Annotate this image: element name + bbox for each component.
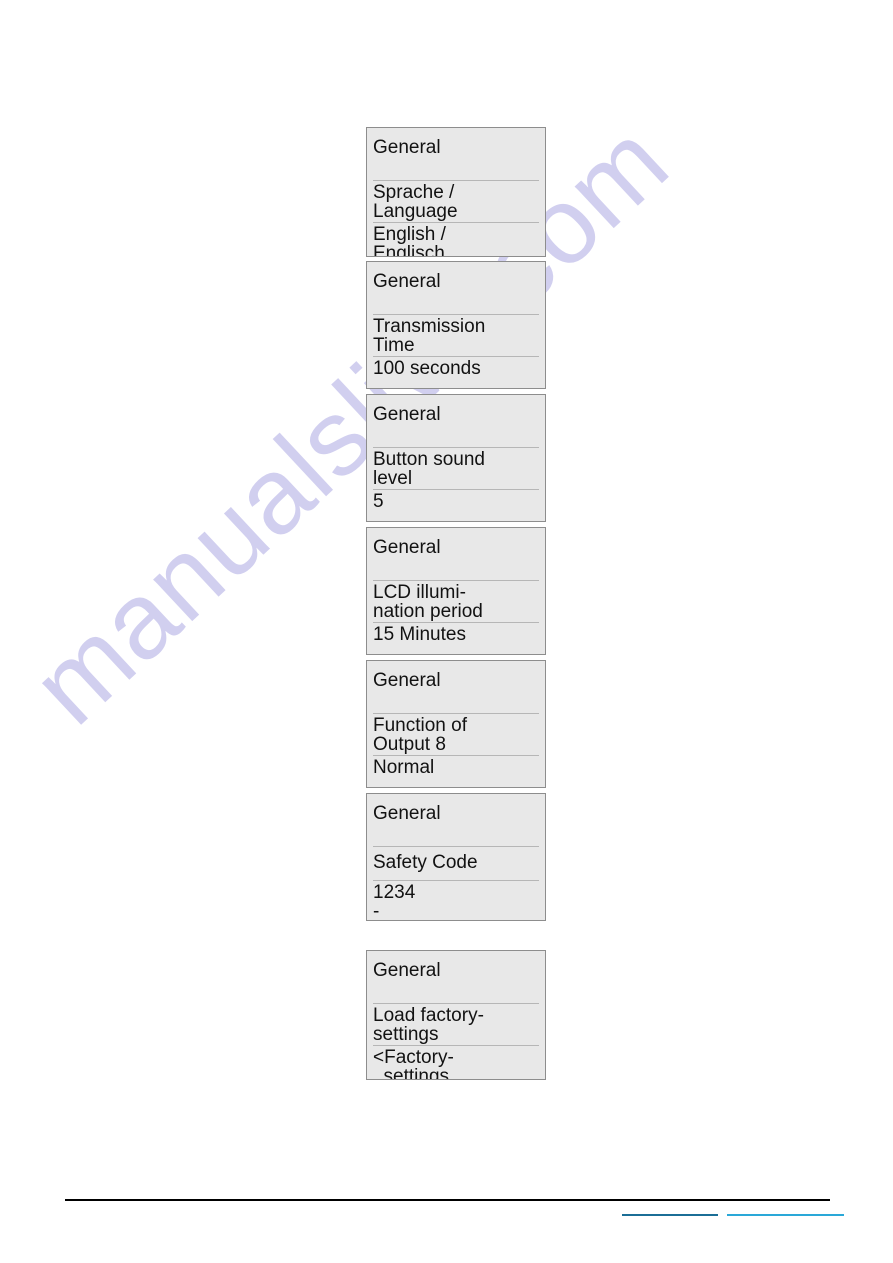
lcd-setting-label: Button sound level bbox=[373, 447, 539, 489]
lcd-panel-title: General bbox=[373, 404, 441, 425]
lcd-setting-value-line-1: 100 seconds bbox=[373, 358, 481, 379]
lcd-panel-lcd-illumination-period: General LCD illumi- nation period 15 Min… bbox=[366, 527, 546, 655]
lcd-setting-label: LCD illumi- nation period bbox=[373, 580, 539, 622]
lcd-setting-value-line-1: English / bbox=[373, 224, 446, 245]
lcd-setting-value-line-1: 1234 bbox=[373, 882, 416, 903]
lcd-setting-label-line-2: nation period bbox=[373, 601, 483, 622]
lcd-setting-value: 5 bbox=[373, 489, 539, 512]
lcd-setting-value-line-2: Englisch bbox=[373, 243, 445, 257]
lcd-panel-language: General Sprache / Language English / Eng… bbox=[366, 127, 546, 257]
lcd-panel-title: General bbox=[373, 537, 441, 558]
lcd-setting-label: Load factory- settings bbox=[373, 1003, 539, 1045]
lcd-setting-value: English / Englisch bbox=[373, 222, 539, 257]
footer-link-right[interactable] bbox=[727, 1202, 844, 1216]
lcd-panel-title: General bbox=[373, 960, 441, 981]
lcd-setting-value-line-2: settings bbox=[373, 1066, 450, 1080]
lcd-setting-label-line-2: Language bbox=[373, 201, 458, 222]
lcd-setting-label-line-1: Load factory- bbox=[373, 1005, 484, 1026]
lcd-panel-button-sound-level: General Button sound level 5 bbox=[366, 394, 546, 522]
lcd-setting-label-line-2: settings bbox=[373, 1024, 439, 1045]
lcd-setting-label-line-1: Function of bbox=[373, 715, 467, 736]
lcd-setting-label-line-2: Time bbox=[373, 335, 415, 356]
footer-link-right-underline bbox=[727, 1214, 844, 1216]
lcd-setting-label-line-1: LCD illumi- bbox=[373, 582, 466, 603]
watermark-text: manualslive.com bbox=[8, 99, 691, 747]
lcd-setting-value-line-1: 5 bbox=[373, 491, 384, 512]
lcd-setting-value: <Factory- settings bbox=[373, 1045, 539, 1080]
lcd-setting-value: Normal bbox=[373, 755, 539, 778]
lcd-setting-label: Safety Code bbox=[373, 846, 539, 880]
lcd-setting-value-line-1: <Factory- bbox=[373, 1047, 454, 1068]
lcd-panel-title: General bbox=[373, 670, 441, 691]
lcd-setting-label-line-1: Sprache / bbox=[373, 182, 455, 203]
lcd-setting-label-line-1: Transmission bbox=[373, 316, 486, 337]
lcd-panel-title: General bbox=[373, 137, 441, 158]
lcd-setting-value-line-1: Normal bbox=[373, 757, 435, 778]
lcd-setting-label: Sprache / Language bbox=[373, 180, 539, 222]
lcd-setting-value-cursor: - bbox=[373, 901, 380, 921]
lcd-panel-safety-code: General Safety Code 1234 - bbox=[366, 793, 546, 921]
lcd-setting-value: 15 Minutes bbox=[373, 622, 539, 645]
lcd-setting-label: Transmission Time bbox=[373, 314, 539, 356]
lcd-panel-load-factory-settings: General Load factory- settings <Factory-… bbox=[366, 950, 546, 1080]
lcd-setting-label: Function of Output 8 bbox=[373, 713, 539, 755]
lcd-setting-value: 100 seconds bbox=[373, 356, 539, 379]
lcd-setting-label-line-2: Output 8 bbox=[373, 734, 446, 755]
lcd-setting-label-line-2: level bbox=[373, 468, 413, 489]
lcd-panel-function-of-output-8: General Function of Output 8 Normal bbox=[366, 660, 546, 788]
lcd-setting-label-line-1: Safety Code bbox=[373, 852, 478, 873]
footer-link-left[interactable] bbox=[622, 1202, 718, 1216]
footer-divider bbox=[65, 1199, 830, 1201]
footer-link-left-underline bbox=[622, 1214, 718, 1216]
lcd-setting-label-line-1: Button sound bbox=[373, 449, 485, 470]
lcd-setting-value: 1234 - bbox=[373, 880, 539, 921]
lcd-panel-transmission-time: General Transmission Time 100 seconds bbox=[366, 261, 546, 389]
lcd-panel-title: General bbox=[373, 271, 441, 292]
lcd-panel-title: General bbox=[373, 803, 441, 824]
lcd-setting-value-line-1: 15 Minutes bbox=[373, 624, 466, 645]
